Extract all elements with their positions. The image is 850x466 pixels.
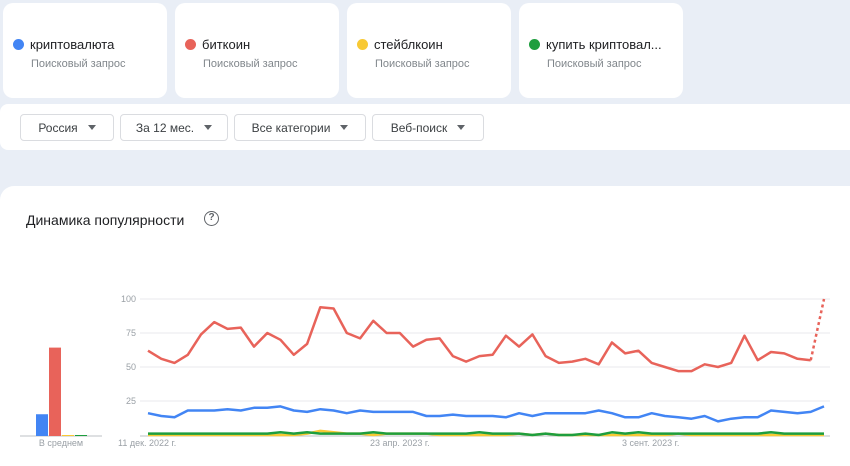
- average-bar: [49, 348, 61, 436]
- x-tick-label: 23 апр. 2023 г.: [370, 438, 430, 448]
- series-partial-line: [811, 299, 824, 360]
- average-bar: [75, 435, 87, 436]
- y-tick-label: 100: [121, 294, 136, 304]
- y-tick-label: 50: [126, 362, 136, 372]
- series-line-0: [148, 406, 824, 421]
- x-tick-label: 11 дек. 2022 г.: [118, 438, 176, 448]
- y-tick-label: 75: [126, 328, 136, 338]
- average-bar: [36, 414, 48, 436]
- series-line-1: [148, 307, 811, 371]
- average-label: В среднем: [39, 438, 83, 448]
- x-tick-label: 3 сент. 2023 г.: [622, 438, 679, 448]
- trend-chart: 100 75 50 25 11 дек. 2022 г. 23 апр. 2023 г. 3…: [0, 0, 850, 450]
- y-tick-label: 25: [126, 396, 136, 406]
- average-bar: [62, 435, 74, 436]
